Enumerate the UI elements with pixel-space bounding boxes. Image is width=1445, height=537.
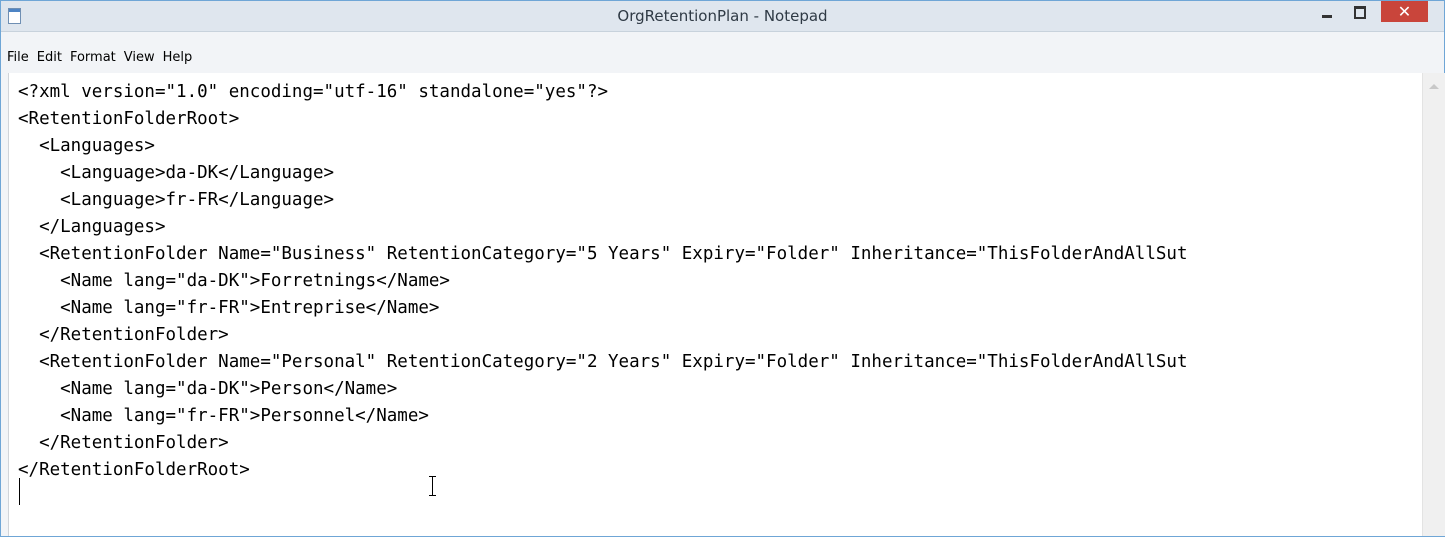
ibeam-cursor-icon [427, 476, 437, 496]
vertical-scrollbar[interactable] [1422, 73, 1445, 536]
menu-edit[interactable]: Edit [33, 46, 66, 70]
maximize-button[interactable] [1346, 1, 1372, 22]
menu-view[interactable]: View [120, 46, 159, 70]
window-title: OrgRetentionPlan - Notepad [617, 7, 828, 25]
close-button[interactable]: ✕ [1381, 1, 1428, 22]
notepad-window: OrgRetentionPlan - Notepad ✕ File Edit For… [0, 0, 1445, 537]
menu-format[interactable]: Format [66, 46, 120, 70]
text-caret [19, 478, 20, 505]
title-bar[interactable]: OrgRetentionPlan - Notepad ✕ [1, 1, 1444, 32]
menu-file[interactable]: File [3, 46, 33, 70]
editor-content[interactable]: <?xml version="1.0" encoding="utf-16" st… [18, 79, 1187, 484]
scroll-up-arrow-icon[interactable] [1429, 84, 1439, 89]
minimize-button[interactable] [1314, 1, 1340, 22]
text-editor[interactable]: <?xml version="1.0" encoding="utf-16" st… [8, 73, 1423, 536]
menu-bar: File Edit Format View Help [1, 46, 1444, 70]
menu-help[interactable]: Help [159, 46, 197, 70]
